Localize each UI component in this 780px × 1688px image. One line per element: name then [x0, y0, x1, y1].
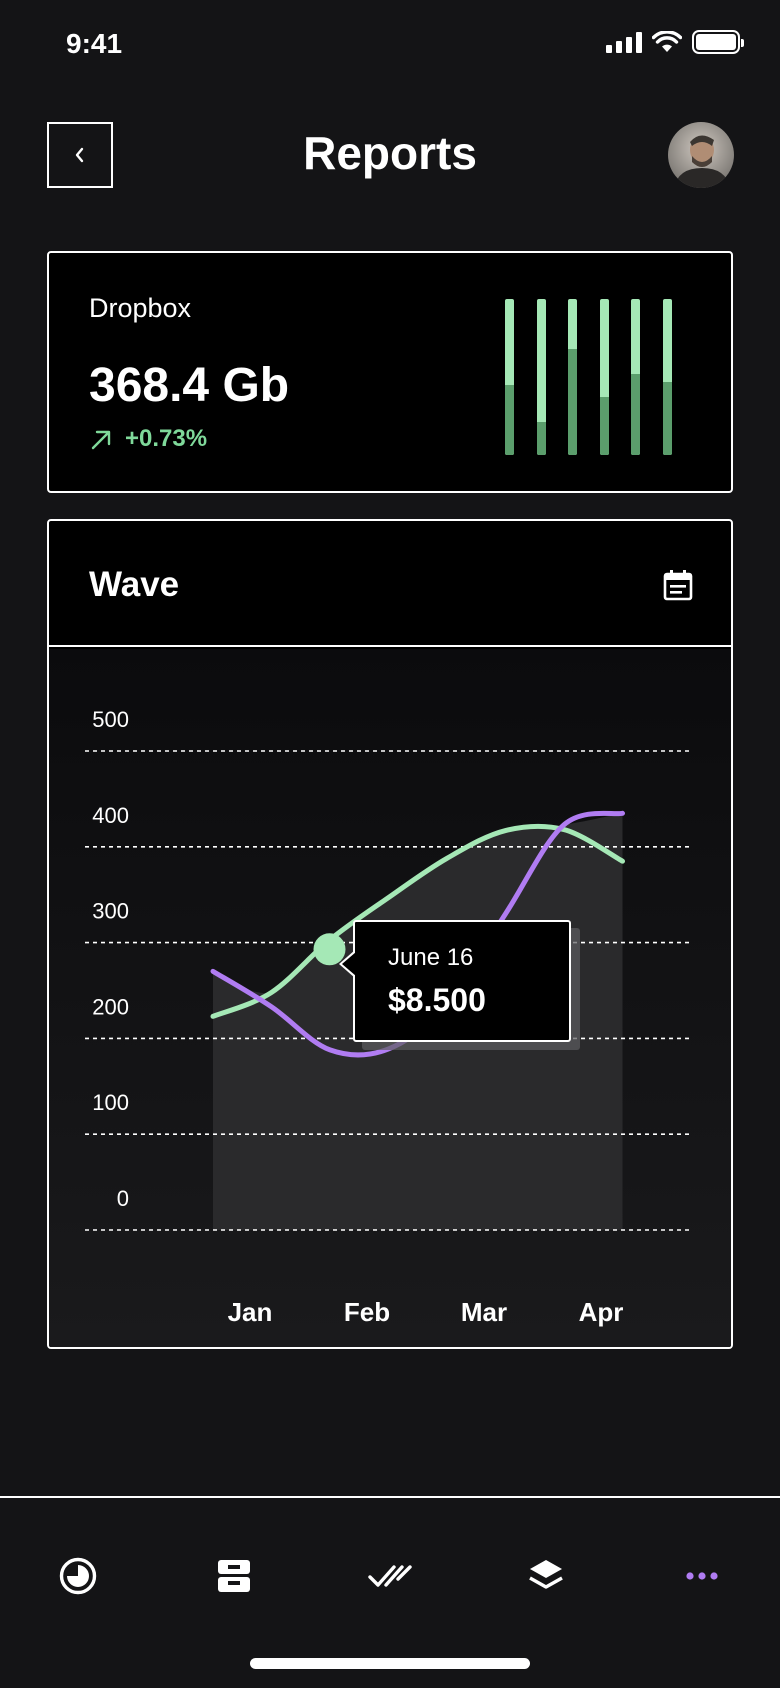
y-tick-label: 100 — [92, 1090, 129, 1115]
x-tick-label: Jan — [228, 1297, 273, 1327]
layers-icon — [529, 1560, 563, 1589]
calendar-icon — [663, 570, 693, 601]
double-check-icon — [368, 1565, 412, 1587]
calendar-button[interactable] — [663, 569, 693, 601]
battery-icon — [692, 30, 744, 54]
status-time: 9:41 — [66, 28, 123, 59]
y-tick-label: 0 — [117, 1186, 129, 1211]
y-tick-label: 400 — [92, 803, 129, 828]
more-dots-icon — [686, 1572, 718, 1580]
chart-header: Wave — [49, 521, 731, 647]
storage-card[interactable]: Dropbox 368.4 Gb +0.73% — [47, 251, 733, 493]
pie-clock-icon — [59, 1557, 97, 1595]
usage-bar — [568, 299, 578, 455]
storage-usage-bars — [505, 299, 685, 455]
storage-value: 368.4 Gb — [89, 359, 290, 412]
home-indicator — [250, 1658, 530, 1669]
status-bar: 9:41 — [0, 0, 780, 90]
tab-tasks[interactable] — [366, 1552, 414, 1600]
wifi-icon — [652, 31, 682, 52]
tab-layers[interactable] — [522, 1552, 570, 1600]
tab-more[interactable] — [678, 1552, 726, 1600]
storage-name: Dropbox — [89, 293, 192, 323]
usage-bar — [631, 299, 641, 455]
y-tick-label: 200 — [92, 994, 129, 1019]
chart-tooltip: June 16 $8.500 — [339, 920, 571, 1042]
tooltip-value: $8.500 — [388, 982, 486, 1018]
storage-change-value: +0.73% — [125, 425, 208, 452]
inbox-tray-icon — [218, 1560, 250, 1592]
usage-bar — [663, 299, 672, 455]
usage-bar — [536, 299, 546, 455]
y-tick-label: 300 — [92, 899, 129, 924]
x-tick-label: Mar — [461, 1297, 507, 1327]
page-title: Reports — [303, 127, 477, 179]
x-tick-label: Feb — [344, 1297, 390, 1327]
chart-title: Wave — [89, 565, 180, 604]
tooltip-date: June 16 — [388, 944, 474, 971]
usage-bar — [505, 299, 514, 455]
usage-bar — [599, 299, 609, 455]
tab-analytics[interactable] — [54, 1552, 102, 1600]
status-icons — [606, 30, 744, 54]
tab-inbox[interactable] — [210, 1552, 258, 1600]
x-tick-label: Apr — [579, 1297, 624, 1327]
header: Reports — [0, 120, 780, 188]
storage-change: +0.73% — [89, 425, 207, 453]
y-tick-label: 500 — [92, 707, 129, 732]
signal-icon — [606, 31, 642, 53]
avatar[interactable] — [668, 122, 734, 188]
arrow-up-right-icon — [91, 430, 111, 450]
